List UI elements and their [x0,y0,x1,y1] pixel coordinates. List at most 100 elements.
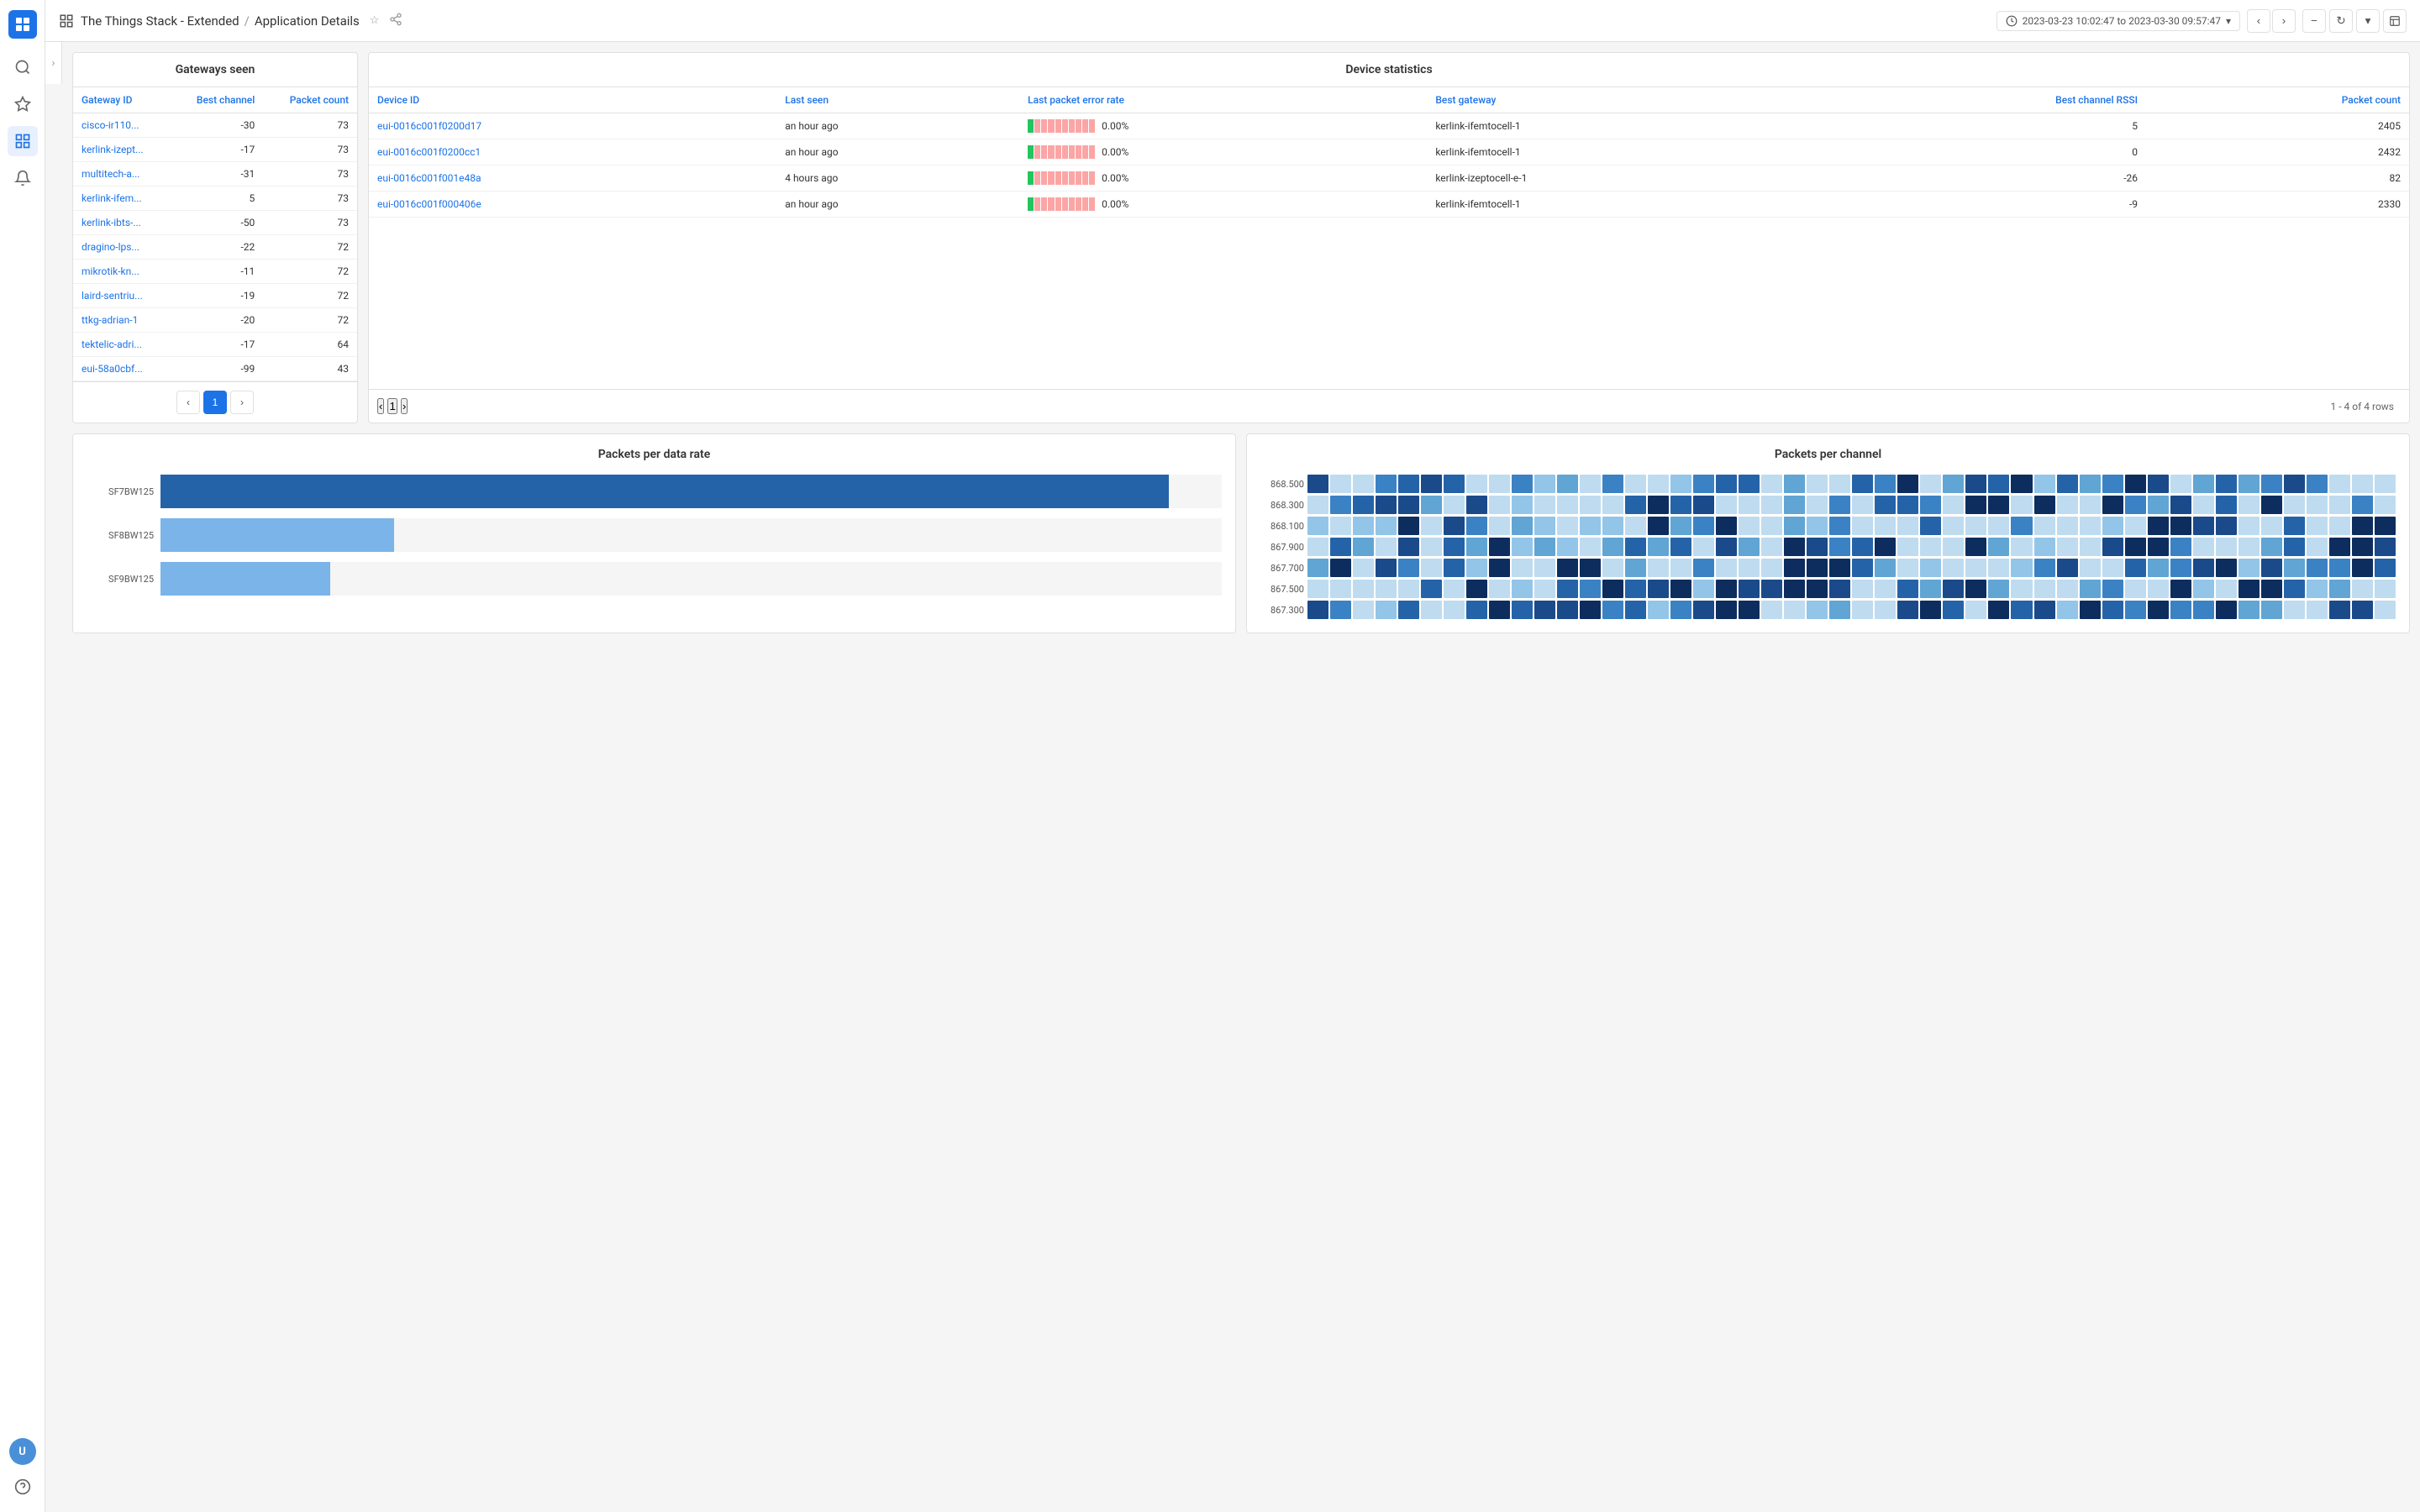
gateway-link[interactable]: mikrotik-kn... [82,265,139,277]
device-id-cell: eui-0016c001f000406e [369,192,776,218]
heatmap-cell [2352,601,2373,619]
heatmap-cell [2125,517,2146,535]
sidebar-item-dashboard[interactable] [8,126,38,156]
error-segment [1041,145,1047,159]
heatmap-cell [2261,517,2282,535]
gateways-page-1[interactable]: 1 [203,391,227,414]
gateway-row: eui-58a0cbf... -99 43 [73,357,357,381]
heatmap-cell [1829,517,1850,535]
app-grid-icon [59,13,74,29]
gateway-link[interactable]: multitech-a... [82,168,139,180]
zoom-out-button[interactable]: − [2302,9,2326,33]
error-segment [1089,145,1095,159]
heatmap-cells [1307,580,2396,598]
error-segment [1048,197,1054,211]
sidebar-item-help[interactable] [8,1472,38,1502]
device-link[interactable]: eui-0016c001f000406e [377,198,481,210]
device-row: eui-0016c001f0200d17 an hour ago 0.00% k… [369,113,2409,139]
panel-view-button[interactable] [2383,9,2407,33]
heatmap-cell [1965,580,1986,598]
heatmap-cell [2102,538,2123,556]
heatmap-cell [1444,496,1465,514]
heatmap-cell [1875,580,1896,598]
heatmap-cell [1693,601,1714,619]
gateway-link[interactable]: ttkg-adrian-1 [82,314,138,326]
device-next-page[interactable]: › [401,398,408,414]
heatmap-cell [2080,496,2101,514]
sidebar-item-alerts[interactable] [8,163,38,193]
col-best-channel[interactable]: Best channel [171,87,264,113]
gateway-link[interactable]: kerlink-ifem... [82,192,142,204]
last-seen-cell: an hour ago [776,113,1019,139]
gateway-link[interactable]: kerlink-ibts-... [82,217,141,228]
error-segment [1041,171,1047,185]
col-best-gateway[interactable]: Best gateway [1427,87,1802,113]
sidebar-item-favorites[interactable] [8,89,38,119]
heatmap-cell [1897,496,1918,514]
heatmap-cell [1330,475,1351,493]
heatmap-cell [2307,559,2328,577]
device-link[interactable]: eui-0016c001f0200d17 [377,120,481,132]
heatmap-cell [2193,475,2214,493]
error-rate-cell: 0.00% [1019,113,1427,139]
heatmap-cell [2011,580,2032,598]
gateway-link[interactable]: tektelic-adri... [82,339,142,350]
device-link[interactable]: eui-0016c001f001e48a [377,172,481,184]
heatmap-channel-label: 867.300 [1260,605,1304,616]
gateway-link[interactable]: dragino-lps... [82,241,139,253]
heatmap-row: 867.700 [1260,559,2396,577]
settings-dropdown-button[interactable]: ▾ [2356,9,2380,33]
heatmap-cells [1307,601,2396,619]
gateways-next-page[interactable]: › [230,391,254,414]
error-segment [1076,171,1081,185]
gateway-link[interactable]: cisco-ir110... [82,119,139,131]
col-best-channel-rssi[interactable]: Best channel RSSI [1802,87,2146,113]
gateway-link[interactable]: eui-58a0cbf... [82,363,143,375]
gateways-prev-page[interactable]: ‹ [176,391,200,414]
col-packet-count-dev[interactable]: Packet count [2146,87,2409,113]
heatmap-cell [1421,580,1442,598]
error-rate-pct: 0.00% [1102,172,1135,184]
time-next-button[interactable]: › [2272,9,2296,33]
gateway-id-cell: tektelic-adri... [73,333,171,357]
refresh-button[interactable]: ↻ [2329,9,2353,33]
error-segment [1089,171,1095,185]
bar-container-sf8 [160,518,1222,552]
heatmap-cell [2238,475,2260,493]
time-range-display: 2023-03-23 10:02:47 to 2023-03-30 09:57:… [2023,15,2221,27]
heatmap-cell [1670,517,1691,535]
time-prev-button[interactable]: ‹ [2247,9,2270,33]
heatmap-cell [2102,517,2123,535]
gateways-title: Gateways seen [73,53,357,87]
time-range-picker[interactable]: 2023-03-23 10:02:47 to 2023-03-30 09:57:… [1996,11,2240,31]
gateway-link[interactable]: laird-sentriu... [82,290,143,302]
share-icon[interactable] [389,13,402,29]
sidebar-collapse-button[interactable]: › [45,42,62,84]
favorite-star-icon[interactable]: ☆ [370,14,380,27]
user-avatar[interactable]: U [9,1438,36,1465]
col-device-id[interactable]: Device ID [369,87,776,113]
device-link[interactable]: eui-0016c001f0200cc1 [377,146,481,158]
heatmap-cell [1534,601,1555,619]
col-last-seen[interactable]: Last seen [776,87,1019,113]
heatmap-cell [1739,475,1760,493]
col-packet-count-gw[interactable]: Packet count [263,87,357,113]
heatmap-cell [1784,475,1805,493]
heatmap-cell [1353,559,1374,577]
gateway-link[interactable]: kerlink-izept... [82,144,144,155]
error-segment [1048,171,1054,185]
heatmap-cell [2193,601,2214,619]
error-segment [1028,197,1034,211]
heatmap-cell [2284,559,2305,577]
device-prev-page[interactable]: ‹ [377,398,384,414]
heatmap-cell [1784,517,1805,535]
error-segment [1055,171,1061,185]
col-error-rate[interactable]: Last packet error rate [1019,87,1427,113]
error-segment [1028,145,1034,159]
heatmap-cell [2057,601,2078,619]
col-gateway-id[interactable]: Gateway ID [73,87,171,113]
heatmap-cell [2238,517,2260,535]
sidebar-item-search[interactable] [8,52,38,82]
device-page-1[interactable]: 1 [387,398,397,414]
heatmap-cell [1625,496,1646,514]
